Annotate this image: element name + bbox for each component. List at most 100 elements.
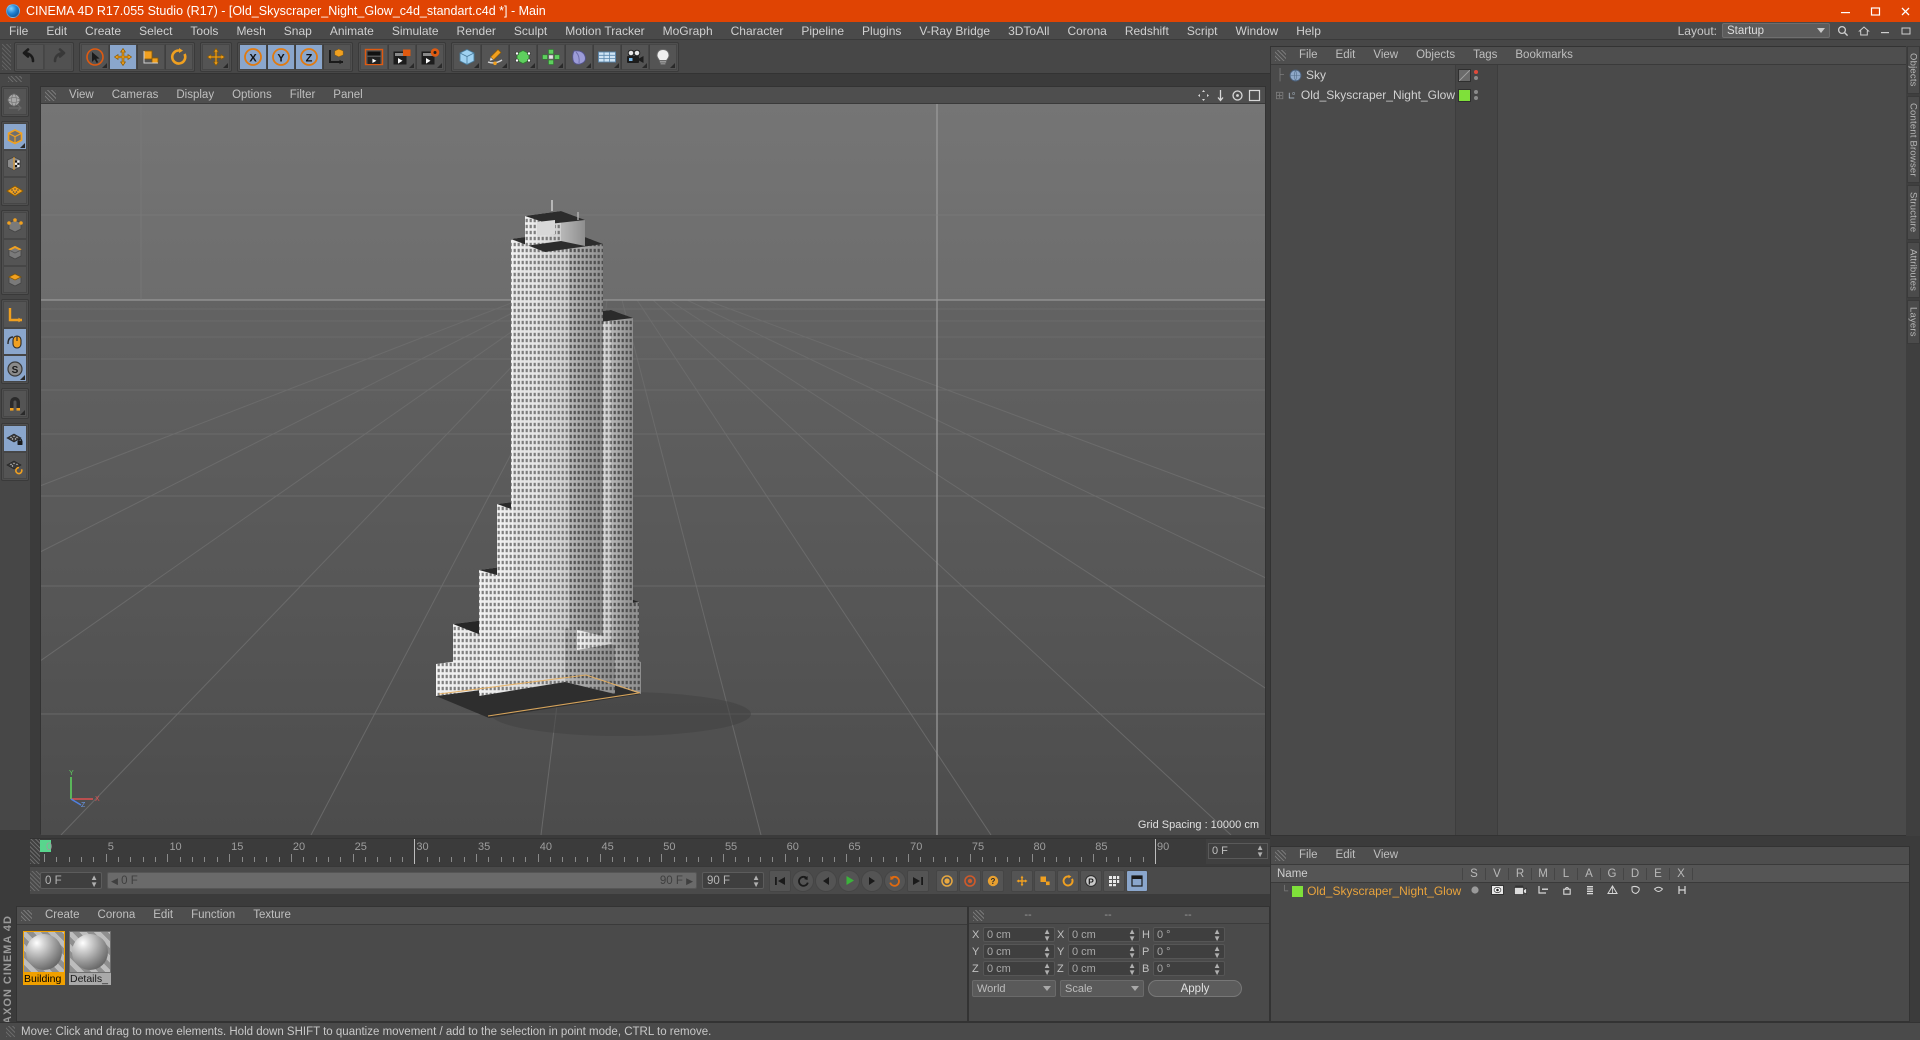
home-icon[interactable] xyxy=(1856,24,1872,38)
menu-edit[interactable]: Edit xyxy=(37,22,76,40)
parameter-key-button[interactable]: P xyxy=(1080,869,1102,892)
object-menu-view[interactable]: View xyxy=(1364,47,1407,64)
spinner-icon[interactable]: ▲ ▼ xyxy=(1043,927,1051,942)
scale-tool[interactable] xyxy=(137,43,165,70)
go-to-next-key-button[interactable] xyxy=(884,869,906,892)
zoom-view-icon[interactable] xyxy=(1214,89,1227,102)
tab-content-browser[interactable]: Content Browser xyxy=(1906,95,1920,184)
keyframe-selection-button[interactable]: ? xyxy=(982,869,1004,892)
object-tags-sky[interactable] xyxy=(1456,65,1497,85)
rot-h-input[interactable]: 0 ° ▲ ▼ xyxy=(1153,927,1225,942)
menu-window[interactable]: Window xyxy=(1227,22,1288,40)
object-menu-edit[interactable]: Edit xyxy=(1327,47,1365,64)
texture-mode[interactable] xyxy=(3,150,27,177)
layer-render-toggle[interactable] xyxy=(1509,884,1532,898)
play-button[interactable] xyxy=(838,869,860,892)
menu-mesh[interactable]: Mesh xyxy=(227,22,274,40)
go-to-start-button[interactable] xyxy=(769,869,791,892)
close-button[interactable] xyxy=(1890,0,1920,22)
go-to-previous-key-button[interactable] xyxy=(792,869,814,892)
menu-redshift[interactable]: Redshift xyxy=(1116,22,1178,40)
menu-animate[interactable]: Animate xyxy=(321,22,383,40)
maximize-button[interactable] xyxy=(1860,0,1890,22)
add-camera[interactable] xyxy=(621,43,649,70)
material-item-details[interactable]: Details_ xyxy=(69,931,111,985)
live-selection-tool[interactable] xyxy=(81,43,109,70)
edges-mode[interactable] xyxy=(3,239,27,266)
layer-solo-toggle[interactable] xyxy=(1463,884,1486,898)
spinner-icon[interactable]: ▲ ▼ xyxy=(1213,961,1221,976)
pos-x-input[interactable]: 0 cm ▲ ▼ xyxy=(983,927,1055,942)
spinner-icon[interactable]: ▲ ▼ xyxy=(1213,944,1221,959)
object-menu-objects[interactable]: Objects xyxy=(1407,47,1464,64)
timeline-track[interactable]: 0 5 10 15 20 25 30 35 40 45 50 55 60 65 70 75 80 85 90 xyxy=(40,839,1206,864)
rot-b-input[interactable]: 0 ° ▲ ▼ xyxy=(1153,961,1225,976)
layer-deformer-toggle[interactable] xyxy=(1624,884,1647,898)
current-frame-field[interactable]: 0 F ▲ ▼ xyxy=(40,872,102,889)
sky-material-tag-icon[interactable] xyxy=(1458,68,1471,82)
pos-y-input[interactable]: 0 cm ▲ ▼ xyxy=(983,944,1055,959)
tab-objects[interactable]: Objects xyxy=(1906,46,1920,94)
object-menu-bookmarks[interactable]: Bookmarks xyxy=(1506,47,1582,64)
position-key-button[interactable] xyxy=(1011,869,1033,892)
object-menu-file[interactable]: File xyxy=(1290,47,1327,64)
menu-3dtoall[interactable]: 3DToAll xyxy=(999,22,1058,40)
size-z-input[interactable]: 0 cm ▲ ▼ xyxy=(1068,961,1140,976)
timeline-frame-field[interactable]: 0 F ▲ ▼ xyxy=(1208,843,1268,859)
menu-help[interactable]: Help xyxy=(1287,22,1330,40)
menu-select[interactable]: Select xyxy=(130,22,181,40)
object-mode[interactable] xyxy=(3,123,27,150)
layer-xref-toggle[interactable] xyxy=(1670,884,1693,898)
menu-plugins[interactable]: Plugins xyxy=(853,22,910,40)
tab-layers[interactable]: Layers xyxy=(1906,299,1920,344)
viewport-solo-single[interactable]: S xyxy=(3,355,27,382)
menu-motion-tracker[interactable]: Motion Tracker xyxy=(556,22,653,40)
object-manager-grip[interactable] xyxy=(1275,50,1286,61)
spinner-icon[interactable]: ▲ ▼ xyxy=(1213,927,1221,942)
rot-p-input[interactable]: 0 ° ▲ ▼ xyxy=(1153,944,1225,959)
record-active-objects-button[interactable] xyxy=(936,869,958,892)
search-icon[interactable] xyxy=(1835,24,1851,38)
object-row-skyscraper[interactable]: ⊞ 0 Old_Skyscraper_Night_Glow xyxy=(1271,85,1455,105)
timeline-toggle-button[interactable] xyxy=(1126,869,1148,892)
left-toolbar-grip[interactable] xyxy=(8,76,22,82)
menu-snap[interactable]: Snap xyxy=(275,22,321,40)
workplane-mode[interactable] xyxy=(3,177,27,204)
editor-visibility-dot[interactable] xyxy=(1474,90,1478,94)
restore-panel-icon[interactable] xyxy=(1898,24,1914,38)
move-tool[interactable] xyxy=(109,43,137,70)
spinner-icon[interactable]: ▲ ▼ xyxy=(1128,961,1136,976)
layer-expression-toggle[interactable] xyxy=(1647,884,1670,898)
texture-axis-mode[interactable] xyxy=(3,88,27,115)
coordinate-system-select[interactable]: World xyxy=(972,980,1056,997)
rotate-view-icon[interactable] xyxy=(1231,89,1244,102)
rotation-key-button[interactable] xyxy=(1057,869,1079,892)
timeline-cursor[interactable] xyxy=(414,839,416,864)
undo-button[interactable] xyxy=(16,43,44,70)
minimize-panel-icon[interactable] xyxy=(1877,24,1893,38)
editor-visibility-dot[interactable] xyxy=(1474,70,1478,74)
viewport-menu-view[interactable]: View xyxy=(60,87,103,104)
add-light[interactable] xyxy=(649,43,677,70)
viewport-menu-panel[interactable]: Panel xyxy=(324,87,371,104)
add-nurbs-generator[interactable] xyxy=(509,43,537,70)
spinner-icon[interactable]: ▲ ▼ xyxy=(1256,844,1264,859)
skyscraper-model[interactable] xyxy=(41,104,1265,835)
layer-menu-edit[interactable]: Edit xyxy=(1327,847,1365,864)
layer-row[interactable]: └ Old_Skyscraper_Night_Glow xyxy=(1271,883,1909,899)
apply-button[interactable]: Apply xyxy=(1148,980,1242,997)
status-bar-grip[interactable] xyxy=(6,1026,15,1037)
menu-sculpt[interactable]: Sculpt xyxy=(505,22,556,40)
render-view-button[interactable] xyxy=(360,43,388,70)
world-object-coordinates[interactable] xyxy=(323,43,351,70)
coordinates-grip[interactable] xyxy=(973,909,984,921)
maximize-view-icon[interactable] xyxy=(1248,89,1261,102)
layer-color-swatch[interactable] xyxy=(1292,885,1304,897)
go-to-end-button[interactable] xyxy=(907,869,929,892)
render-settings-button[interactable] xyxy=(416,43,444,70)
menu-script[interactable]: Script xyxy=(1178,22,1227,40)
layer-manager-grip[interactable] xyxy=(1275,850,1286,861)
lock-z-axis[interactable]: Z xyxy=(295,43,323,70)
max-frame-field[interactable]: 90 F ▲ ▼ xyxy=(702,872,764,889)
material-menu-edit[interactable]: Edit xyxy=(144,907,182,924)
